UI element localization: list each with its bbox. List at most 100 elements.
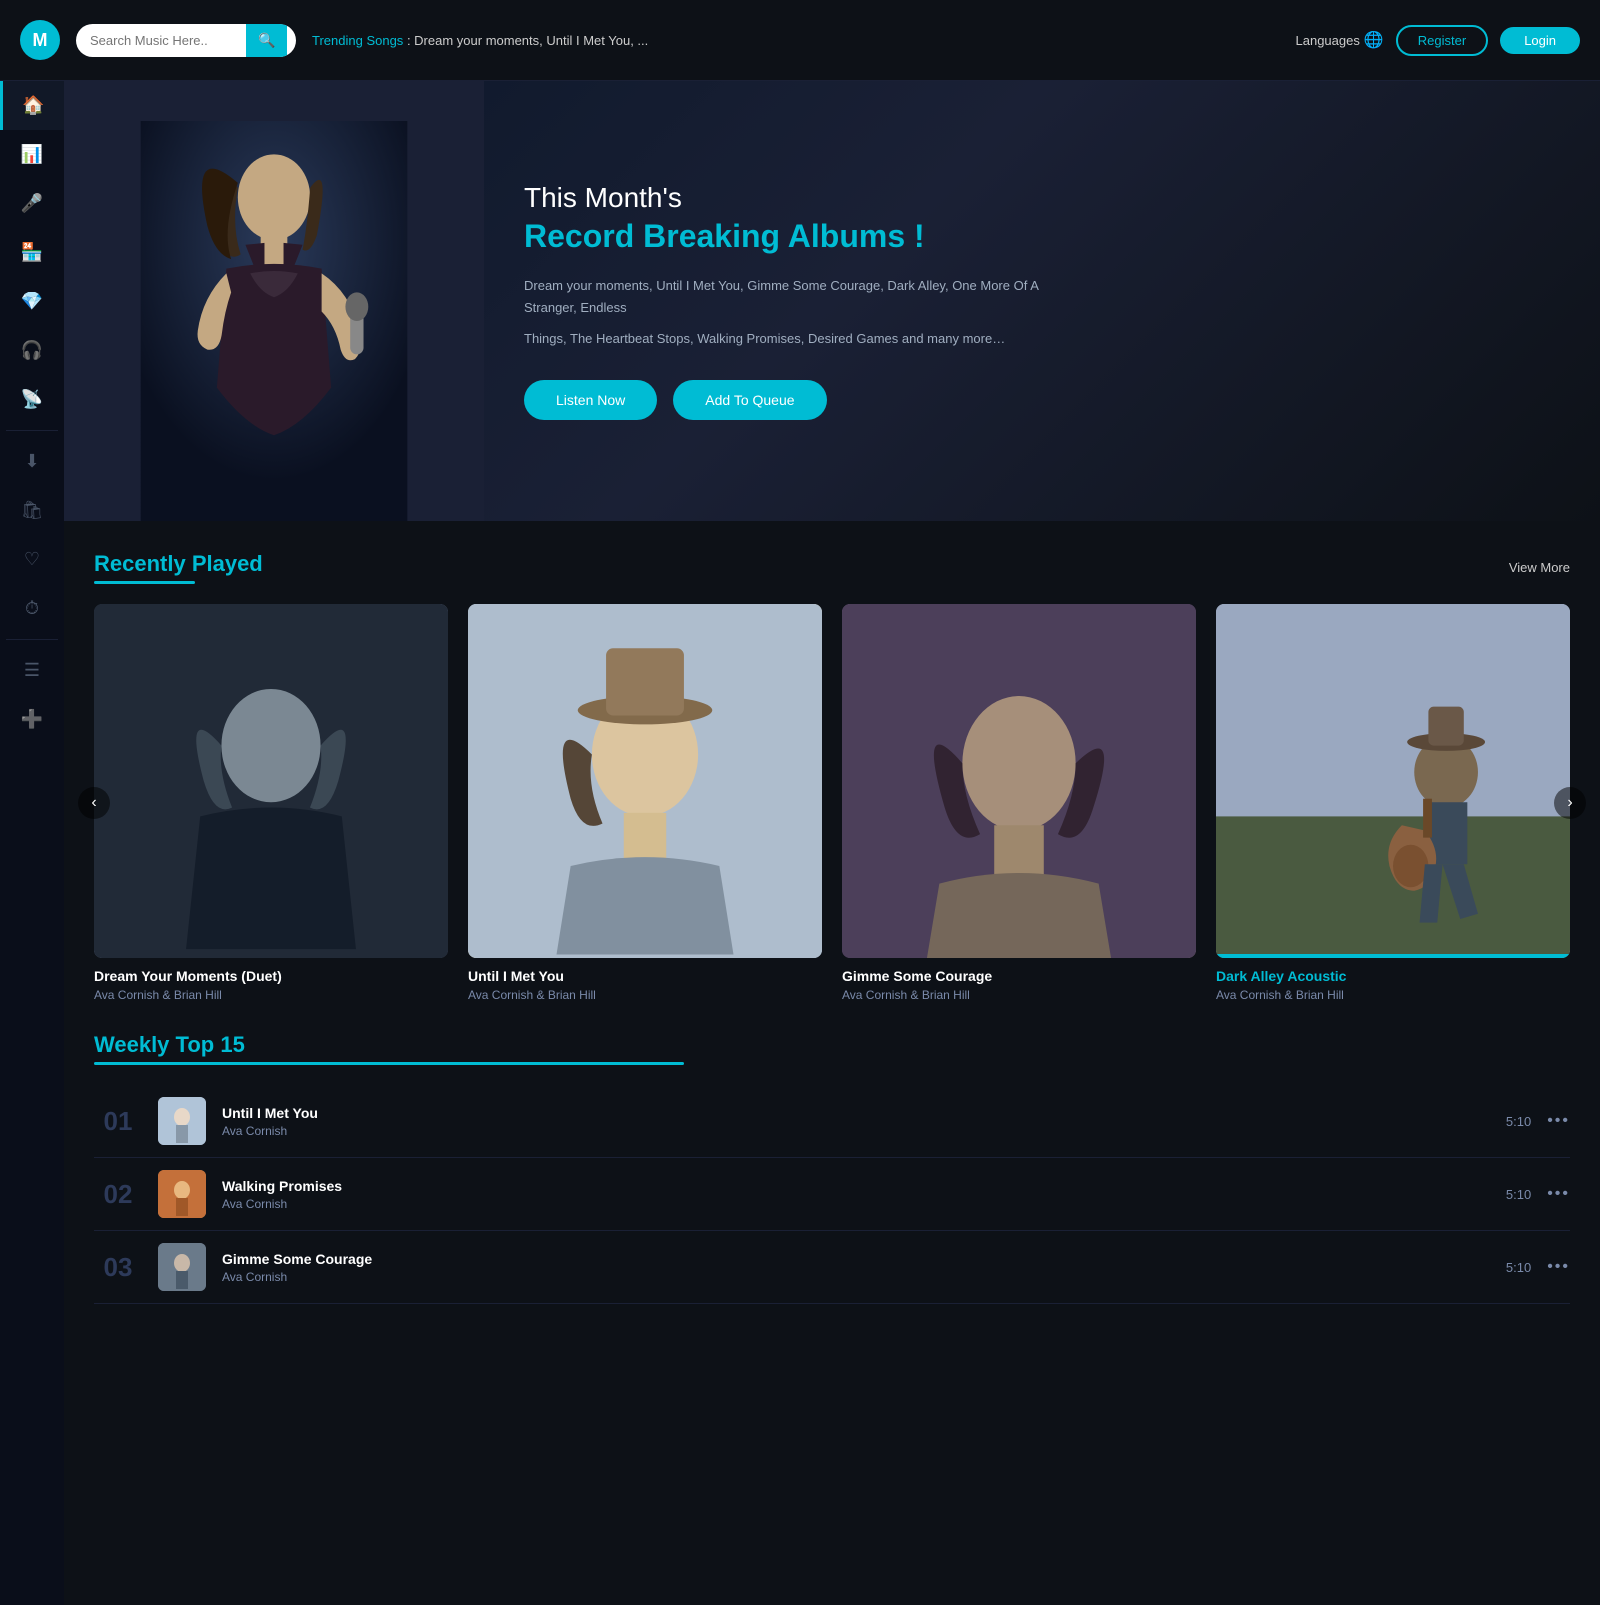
weekly-top-section: Weekly Top 15 01 Until I Met You Ava (64, 1022, 1600, 1334)
sidebar-item-radio[interactable]: 📡 (0, 375, 64, 424)
topnav-right: Languages 🌐 Register Login (1296, 25, 1581, 56)
singer-illustration (134, 121, 414, 521)
card-image-inner-3 (842, 604, 1196, 958)
music-card-1[interactable]: Dream Your Moments (Duet) Ava Cornish & … (94, 604, 448, 1002)
track-menu-1[interactable]: ••• (1547, 1112, 1570, 1130)
add-to-queue-button[interactable]: Add To Queue (673, 380, 826, 420)
track-name-1: Until I Met You (222, 1105, 1490, 1121)
music-card-3[interactable]: Gimme Some Courage Ava Cornish & Brian H… (842, 604, 1196, 1002)
sidebar-item-mic[interactable]: 🎤 (0, 179, 64, 228)
hero-description-1: Dream your moments, Until I Met You, Gim… (524, 275, 1084, 319)
sidebar-item-headphone[interactable]: 🎧 (0, 326, 64, 375)
hero-subtitle: This Month's (524, 182, 1084, 214)
sidebar: 🏠 📊 🎤 🏪 💎 🎧 📡 ⬇ 🛍 ♡ ⏱ (0, 81, 64, 1605)
card-image-inner-2 (468, 604, 822, 958)
track-menu-3[interactable]: ••• (1547, 1258, 1570, 1276)
trending-label: Trending Songs (312, 33, 403, 48)
recently-played-title: Recently Played (94, 551, 263, 584)
track-thumb-2 (158, 1170, 206, 1218)
track-item-2[interactable]: 02 Walking Promises Ava Cornish 5:10 ••• (94, 1158, 1570, 1231)
track-artist-2: Ava Cornish (222, 1197, 1490, 1211)
mic-icon: 🎤 (21, 193, 43, 214)
track-info-3: Gimme Some Courage Ava Cornish (222, 1251, 1490, 1284)
track-artist-1: Ava Cornish (222, 1124, 1490, 1138)
weekly-top-title: Weekly Top 15 (94, 1032, 1570, 1065)
language-icon: 🌐 (1364, 30, 1384, 50)
playlist-icon: ☰ (24, 660, 40, 681)
gem-icon: 💎 (21, 291, 43, 312)
track-duration-1: 5:10 (1506, 1114, 1531, 1129)
card-image-2 (468, 604, 822, 958)
card-image-inner-1 (94, 604, 448, 958)
register-button[interactable]: Register (1396, 25, 1488, 56)
carousel-next-button[interactable]: › (1554, 787, 1586, 819)
music-card-2[interactable]: Until I Met You Ava Cornish & Brian Hill (468, 604, 822, 1002)
track-menu-2[interactable]: ••• (1547, 1185, 1570, 1203)
track-list: 01 Until I Met You Ava Cornish 5:10 ••• (94, 1085, 1570, 1304)
hero-section: This Month's Record Breaking Albums ! Dr… (64, 81, 1600, 521)
card-title-2: Until I Met You (468, 968, 822, 984)
sidebar-item-premium[interactable]: 💎 (0, 277, 64, 326)
sidebar-item-playlist[interactable]: ☰ (0, 646, 64, 695)
hero-title: Record Breaking Albums ! (524, 218, 1084, 255)
card-row: Dream Your Moments (Duet) Ava Cornish & … (94, 604, 1570, 1002)
card-svg-4 (1216, 604, 1570, 958)
music-card-4[interactable]: Dark Alley Acoustic Ava Cornish & Brian … (1216, 604, 1570, 1002)
radio-icon: 📡 (21, 389, 43, 410)
home-icon: 🏠 (22, 95, 44, 116)
headphone-icon: 🎧 (21, 340, 43, 361)
language-selector[interactable]: Languages 🌐 (1296, 30, 1384, 50)
track-number-3: 03 (94, 1252, 142, 1283)
hero-buttons: Listen Now Add To Queue (524, 380, 1084, 420)
view-more-button[interactable]: View More (1509, 560, 1570, 575)
track-name-2: Walking Promises (222, 1178, 1490, 1194)
sidebar-item-bag[interactable]: 🛍 (0, 486, 64, 535)
track-item-3[interactable]: 03 Gimme Some Courage Ava Cornish 5:10 •… (94, 1231, 1570, 1304)
login-button[interactable]: Login (1500, 27, 1580, 54)
hero-image (64, 81, 484, 521)
card-svg-2 (468, 604, 822, 958)
sidebar-item-addlist[interactable]: ➕ (0, 695, 64, 744)
search-input[interactable] (76, 25, 246, 56)
track-duration-3: 5:10 (1506, 1260, 1531, 1275)
section-header: Recently Played View More (94, 551, 1570, 584)
track-artist-3: Ava Cornish (222, 1270, 1490, 1284)
trending-bar: Trending Songs : Dream your moments, Unt… (312, 33, 1280, 48)
card-playing-bar (1216, 954, 1570, 958)
addlist-icon: ➕ (21, 709, 43, 730)
card-image-3 (842, 604, 1196, 958)
sidebar-item-home[interactable]: 🏠 (0, 81, 64, 130)
download-icon: ⬇ (24, 451, 39, 472)
sidebar-item-favorites[interactable]: ♡ (0, 535, 64, 584)
track-name-3: Gimme Some Courage (222, 1251, 1490, 1267)
sidebar-divider (6, 430, 57, 431)
hero-text: This Month's Record Breaking Albums ! Dr… (484, 142, 1124, 459)
avatar: M (20, 20, 60, 60)
topnav: M 🔍 Trending Songs : Dream your moments,… (0, 0, 1600, 81)
sidebar-item-chart[interactable]: 📊 (0, 130, 64, 179)
listen-now-button[interactable]: Listen Now (524, 380, 657, 420)
carousel-prev-button[interactable]: ‹ (78, 787, 110, 819)
search-button[interactable]: 🔍 (246, 24, 287, 57)
sidebar-item-download[interactable]: ⬇ (0, 437, 64, 486)
sidebar-divider-2 (6, 639, 57, 640)
languages-label: Languages (1296, 33, 1360, 48)
card-title-1: Dream Your Moments (Duet) (94, 968, 448, 984)
main-content: This Month's Record Breaking Albums ! Dr… (64, 81, 1600, 1605)
sidebar-item-store[interactable]: 🏪 (0, 228, 64, 277)
track-thumb-svg-3 (158, 1243, 206, 1291)
card-title-4: Dark Alley Acoustic (1216, 968, 1570, 984)
card-image-4 (1216, 604, 1570, 958)
track-thumb-3 (158, 1243, 206, 1291)
hero-description-2: Things, The Heartbeat Stops, Walking Pro… (524, 328, 1084, 350)
card-svg-3 (842, 604, 1196, 958)
track-item-1[interactable]: 01 Until I Met You Ava Cornish 5:10 ••• (94, 1085, 1570, 1158)
track-thumb-1 (158, 1097, 206, 1145)
carousel: ‹ (94, 604, 1570, 1002)
search-bar[interactable]: 🔍 (76, 24, 296, 57)
track-thumb-svg-2 (158, 1170, 206, 1218)
sidebar-item-history[interactable]: ⏱ (0, 584, 64, 633)
store-icon: 🏪 (21, 242, 43, 263)
bag-icon: 🛍 (21, 500, 44, 521)
card-artist-4: Ava Cornish & Brian Hill (1216, 988, 1570, 1002)
